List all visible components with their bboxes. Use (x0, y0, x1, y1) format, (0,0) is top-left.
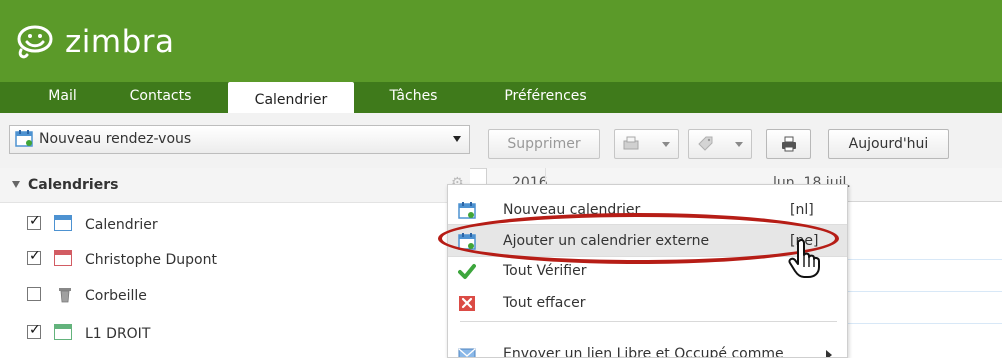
menu-item-label: Nouveau calendrier (503, 202, 641, 218)
chevron-down-icon (735, 142, 743, 147)
clear-icon (459, 296, 475, 311)
hand-pointer-icon (788, 238, 820, 278)
menu-item-label: Envoyer un lien Libre et Occupé comme (503, 346, 784, 358)
calendars-title: Calendriers (28, 177, 119, 193)
tab-contacts[interactable]: Contacts (113, 82, 208, 113)
tab-label: Contacts (129, 88, 192, 104)
tag-icon (698, 136, 713, 151)
tag-button[interactable] (688, 129, 752, 159)
tab-label: Préférences (504, 88, 587, 104)
red-calendar-icon (54, 250, 72, 266)
main-navigation-tabs: Mail Contacts Calendrier Tâches Préféren… (0, 82, 1002, 117)
print-move-icon (623, 136, 639, 150)
collapse-icon[interactable] (12, 181, 20, 188)
new-calendar-icon (458, 202, 476, 219)
chevron-right-icon (826, 350, 832, 357)
chevron-down-icon[interactable] (453, 136, 461, 142)
tab-label: Calendrier (254, 92, 328, 108)
brand-name: zimbra (65, 23, 175, 60)
calendar-name: Corbeille (85, 288, 147, 304)
calendar-name: Christophe Dupont (85, 252, 217, 268)
today-button[interactable]: Aujourd'hui (828, 129, 949, 159)
calendar-item-christophe-dupont[interactable]: Christophe Dupont (27, 247, 447, 272)
check-icon (458, 264, 476, 279)
printer-icon (782, 136, 796, 152)
calendar-checkbox[interactable] (27, 321, 41, 339)
app-header: zimbra (0, 0, 1002, 83)
tab-taches[interactable]: Tâches (377, 82, 450, 113)
calendar-checkbox[interactable] (27, 287, 41, 301)
new-appointment-label: Nouveau rendez-vous (39, 131, 192, 147)
tab-preferences[interactable]: Préférences (488, 82, 603, 113)
menu-item-send-free-busy-link[interactable]: Envoyer un lien Libre et Occupé comme (448, 338, 847, 358)
calendar-name: Calendrier (85, 217, 158, 233)
calendar-toolbar: Nouveau rendez-vous Supprimer Aujourd'hu… (0, 113, 1002, 169)
calendar-icon (15, 130, 33, 147)
menu-item-label: Tout effacer (503, 295, 586, 311)
keyboard-shortcut: [nl] (790, 202, 814, 218)
calendar-item-corbeille[interactable]: Corbeille (27, 284, 447, 308)
tab-mail[interactable]: Mail (30, 82, 95, 113)
trash-icon (59, 288, 71, 303)
delete-button[interactable]: Supprimer (488, 129, 600, 159)
menu-item-clear-all[interactable]: Tout effacer (448, 287, 847, 320)
zimbra-logo[interactable]: zimbra (13, 22, 175, 62)
green-calendar-icon (54, 324, 72, 340)
chevron-down-icon (662, 142, 670, 147)
today-label: Aujourd'hui (848, 136, 929, 152)
new-appointment-dropdown[interactable]: Nouveau rendez-vous (9, 125, 470, 154)
menu-item-label: Tout Vérifier (503, 263, 587, 279)
calendar-name: L1 DROIT (85, 326, 151, 342)
print-options-button[interactable] (614, 129, 679, 159)
email-icon (458, 348, 476, 357)
calendar-sidebar: Calendriers ⚙ Calendrier Christophe Dupo… (0, 168, 470, 358)
zimbra-calendar-window: zimbra Mail Contacts Calendrier Tâches P… (0, 0, 1002, 358)
print-button[interactable] (766, 129, 811, 159)
tab-label: Mail (48, 88, 77, 104)
calendar-item-l1-droit[interactable]: L1 DROIT (27, 321, 447, 346)
menu-item-new-calendar[interactable]: Nouveau calendrier [nl] (448, 194, 847, 227)
tab-calendrier[interactable]: Calendrier (228, 82, 354, 117)
calendar-checkbox[interactable] (27, 212, 41, 230)
blue-calendar-icon (54, 215, 72, 231)
calendars-section-header[interactable]: Calendriers ⚙ (0, 168, 470, 203)
delete-label: Supprimer (507, 136, 581, 152)
menu-separator (460, 321, 837, 322)
menu-item-label: Ajouter un calendrier externe (503, 233, 710, 249)
calendar-item-calendrier[interactable]: Calendrier (27, 212, 447, 237)
external-calendar-icon (458, 233, 476, 250)
calendar-checkbox[interactable] (27, 247, 41, 265)
tab-label: Tâches (389, 88, 438, 104)
zimbra-logo-icon (17, 25, 53, 59)
